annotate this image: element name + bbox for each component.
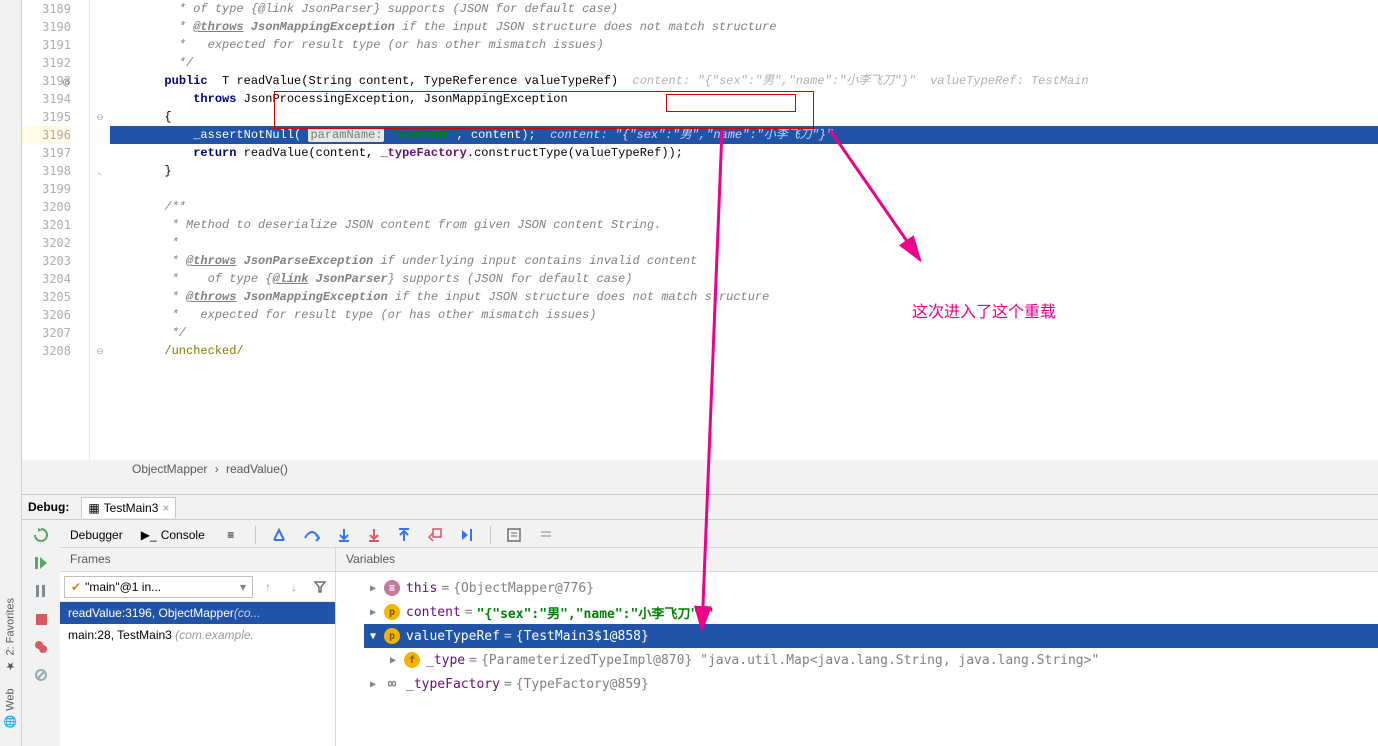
threads-button[interactable]: ≡ [215, 523, 247, 547]
mute-breakpoints-button[interactable] [30, 664, 52, 686]
var-typeFactory[interactable]: ▶ ∞ _typeFactory = {TypeFactory@859} [364, 672, 1378, 696]
field-icon: f [404, 652, 420, 668]
expand-icon[interactable]: ▶ [370, 607, 384, 618]
trace-current-stream-button[interactable] [531, 524, 561, 546]
prev-frame-button[interactable]: ↑ [257, 576, 279, 598]
evaluate-expression-button[interactable] [499, 524, 529, 546]
resume-button[interactable] [30, 552, 52, 574]
param-icon: p [384, 628, 400, 644]
debug-panel-headers: Frames Variables [60, 548, 1378, 572]
var-this[interactable]: ▶ ≡ this = {ObjectMapper@776} [364, 576, 1378, 600]
frame-item[interactable]: readValue:3196, ObjectMapper(co... [60, 602, 335, 624]
param-icon: p [384, 604, 400, 620]
pause-button[interactable] [30, 580, 52, 602]
var-type[interactable]: ▶ f _type = {ParameterizedTypeImpl@870} … [364, 648, 1378, 672]
variables-panel[interactable]: ▶ ≡ this = {ObjectMapper@776} ▶ p conten… [336, 572, 1378, 746]
frames-header: Frames [60, 548, 336, 571]
run-to-cursor-button[interactable] [452, 524, 482, 546]
var-content[interactable]: ▶ p content = "{"sex":"男","name":"小李飞刀"}… [364, 600, 1378, 624]
object-icon: ≡ [384, 580, 400, 596]
tool-window-strip-left: ★ 2: Favorites 🌐 Web [0, 0, 22, 746]
close-icon[interactable]: × [162, 501, 169, 515]
next-frame-button[interactable]: ↓ [283, 576, 305, 598]
code-body[interactable]: * of type {@link JsonParser} supports (J… [110, 0, 1378, 460]
editor-gutter: 31893190319131923193@3194319531963197319… [22, 0, 90, 460]
var-valueTypeRef[interactable]: ▼ p valueTypeRef = {TestMain3$1@858} [364, 624, 1378, 648]
variables-header: Variables [336, 548, 405, 571]
run-config-icon: ▦ [88, 501, 99, 515]
link-icon: ∞ [384, 676, 400, 692]
console-tab[interactable]: ▶_Console [133, 523, 213, 547]
console-icon: ▶_ [141, 527, 157, 543]
fold-strip: ⊖⌞⊖ [90, 0, 110, 460]
view-breakpoints-button[interactable] [30, 636, 52, 658]
debug-label: Debug: [28, 500, 69, 514]
filter-frames-button[interactable] [309, 576, 331, 598]
rerun-button[interactable] [30, 524, 52, 546]
favorites-toolwindow[interactable]: ★ 2: Favorites [4, 598, 17, 672]
show-execution-point-button[interactable] [264, 524, 294, 546]
expand-icon[interactable]: ▶ [390, 655, 404, 666]
expand-icon[interactable]: ▶ [370, 583, 384, 594]
thread-selector[interactable]: ✔ "main"@1 in... ▾ [64, 576, 253, 598]
collapse-icon[interactable]: ▼ [370, 631, 384, 642]
debugger-tab[interactable]: Debugger [62, 524, 131, 546]
debug-left-toolbar [22, 520, 60, 686]
frames-toolbar: ✔ "main"@1 in... ▾ ↑ ↓ [60, 572, 335, 602]
frame-item[interactable]: main:28, TestMain3 (com.example. [60, 624, 335, 646]
stop-button[interactable] [30, 608, 52, 630]
step-into-button[interactable] [330, 524, 358, 546]
frames-panel: ✔ "main"@1 in... ▾ ↑ ↓ readValue:3196, O… [60, 572, 336, 746]
step-out-button[interactable] [390, 524, 418, 546]
expand-icon[interactable]: ▶ [370, 679, 384, 690]
editor[interactable]: 31893190319131923193@3194319531963197319… [22, 0, 1378, 460]
step-over-button[interactable] [296, 524, 328, 546]
drop-frame-button[interactable] [420, 524, 450, 546]
frames-list[interactable]: readValue:3196, ObjectMapper(co...main:2… [60, 602, 335, 646]
web-toolwindow[interactable]: 🌐 Web [4, 688, 17, 728]
debug-session-tab[interactable]: ▦ TestMain3 × [81, 497, 176, 518]
editor-breadcrumb[interactable]: ObjectMapper › readValue() [128, 462, 292, 476]
force-step-into-button[interactable] [360, 524, 388, 546]
debug-toolwindow-header: Debug: ▦ TestMain3 × [22, 494, 1378, 520]
debug-toolbar: Debugger ▶_Console ≡ [60, 522, 1378, 548]
